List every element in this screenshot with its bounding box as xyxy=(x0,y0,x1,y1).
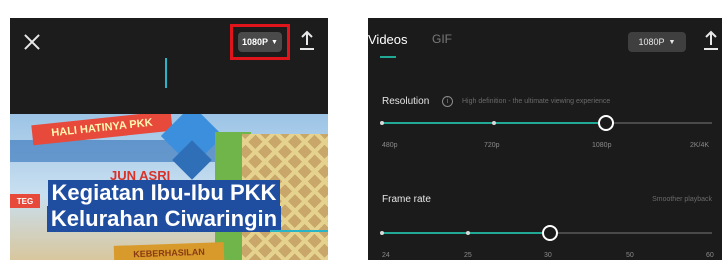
resolution-button-label: 1080P xyxy=(242,37,269,47)
info-icon[interactable]: i xyxy=(442,96,453,107)
frame-rate-label: Frame rate xyxy=(382,194,431,205)
editor-screen: 1080P ▼ HALI HATINYA PKK JUN ASRI TEG Ke… xyxy=(10,18,328,260)
side-sign-text: TEG xyxy=(10,194,40,208)
resolution-option[interactable]: 2K/4K xyxy=(690,142,709,149)
resolution-hint: High definition - the ultimate viewing e… xyxy=(462,98,611,105)
frame-rate-option[interactable]: 50 xyxy=(626,252,634,259)
export-settings-panel: Videos GIF 1080P ▼ Resolution i High def… xyxy=(368,18,722,260)
frame-rate-slider-thumb[interactable] xyxy=(542,225,558,241)
frame-rate-option[interactable]: 25 xyxy=(464,252,472,259)
slider-tick xyxy=(492,121,496,125)
bottom-sign-text: KEBERHASILAN xyxy=(113,242,225,260)
video-caption: Kegiatan Ibu-Ibu PKK Kelurahan Ciwaringi… xyxy=(42,180,286,232)
close-icon[interactable] xyxy=(22,32,42,52)
resolution-label: Resolution xyxy=(382,96,430,107)
tab-gif[interactable]: GIF xyxy=(432,32,452,46)
resolution-button[interactable]: 1080P ▼ xyxy=(628,32,686,52)
active-tab-indicator xyxy=(380,56,396,58)
caption-line-2: Kelurahan Ciwaringin xyxy=(46,206,282,232)
resolution-option[interactable]: 1080p xyxy=(592,142,611,149)
tab-videos[interactable]: Videos xyxy=(368,32,408,47)
frame-rate-option[interactable]: 30 xyxy=(544,252,552,259)
slider-tick xyxy=(380,121,384,125)
frame-rate-slider-fill xyxy=(382,232,548,234)
resolution-button[interactable]: 1080P ▼ xyxy=(238,32,282,52)
guide-line xyxy=(270,230,328,232)
caret-down-icon: ▼ xyxy=(271,38,278,46)
video-preview[interactable]: HALI HATINYA PKK JUN ASRI TEG Kegiatan I… xyxy=(10,114,328,260)
export-icon[interactable] xyxy=(298,30,316,52)
export-icon[interactable] xyxy=(702,30,720,52)
slider-tick xyxy=(466,231,470,235)
slider-tick xyxy=(380,231,384,235)
resolution-slider-thumb[interactable] xyxy=(598,115,614,131)
editor-top-bar: 1080P ▼ xyxy=(10,18,328,114)
resolution-option[interactable]: 720p xyxy=(484,142,500,149)
frame-rate-option[interactable]: 24 xyxy=(382,252,390,259)
frame-rate-option[interactable]: 60 xyxy=(706,252,714,259)
frame-rate-hint: Smoother playback xyxy=(652,196,712,203)
resolution-button-label: 1080P xyxy=(638,37,665,47)
resolution-option[interactable]: 480p xyxy=(382,142,398,149)
caption-line-1: Kegiatan Ibu-Ibu PKK xyxy=(47,180,281,206)
caret-down-icon: ▼ xyxy=(668,38,676,46)
playhead-marker[interactable] xyxy=(165,58,167,88)
